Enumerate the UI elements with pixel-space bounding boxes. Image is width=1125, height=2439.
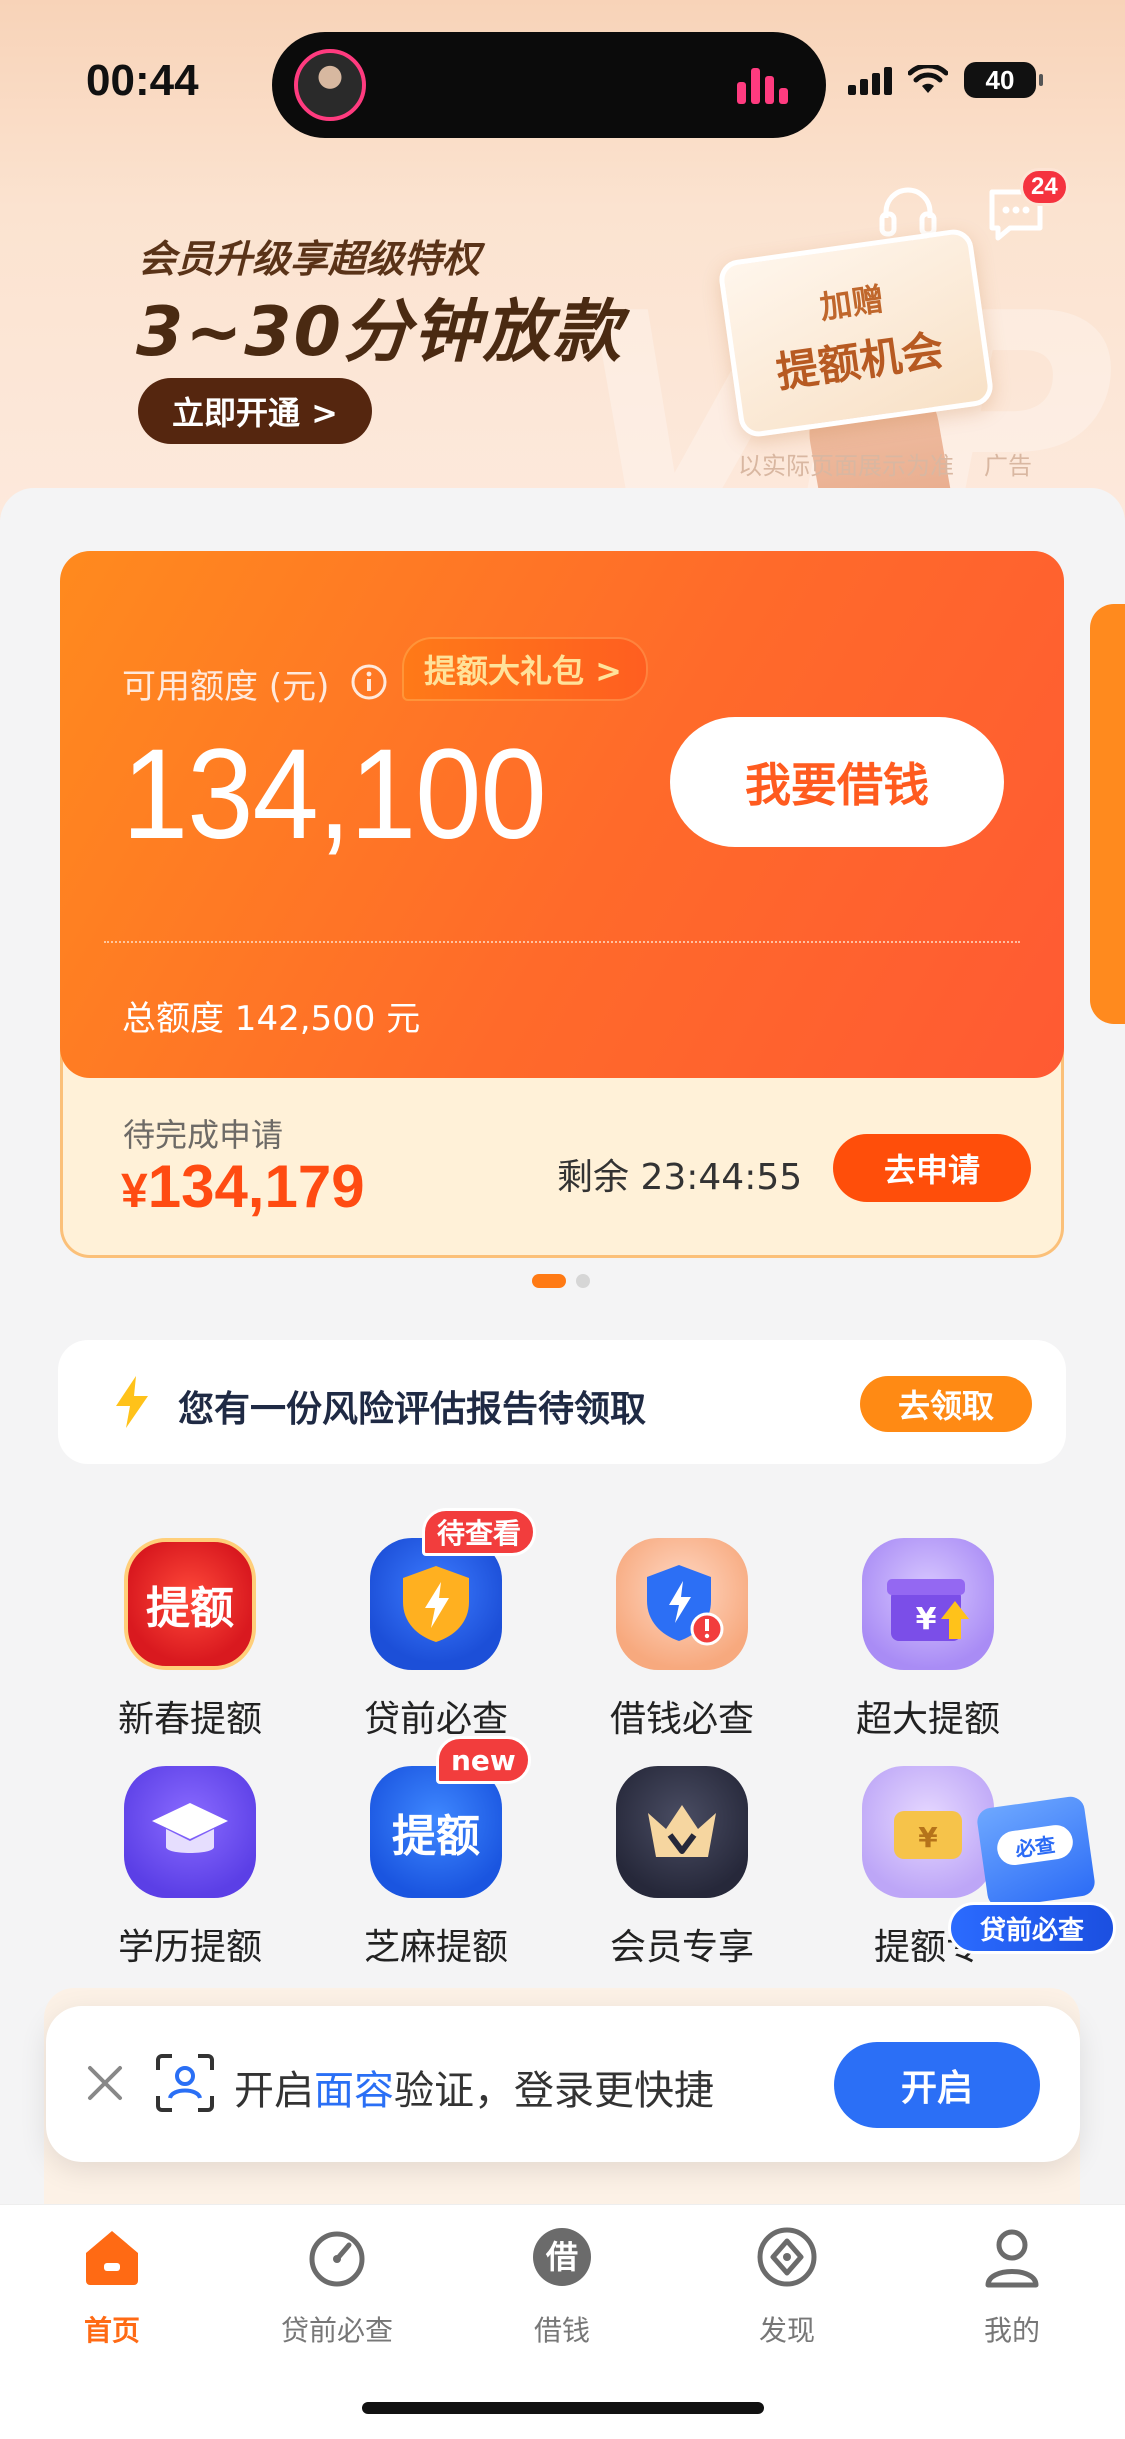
face-text-suffix: 验证，登录更快捷 <box>394 2068 714 2114</box>
divider <box>104 941 1020 943</box>
gauge-icon <box>309 2231 365 2287</box>
face-id-text: 开启面容验证，登录更快捷 <box>234 2058 714 2116</box>
status-indicators: 40 <box>848 62 1043 98</box>
feature-label: 会员专享 <box>609 1927 754 1968</box>
info-icon[interactable] <box>350 663 388 701</box>
dynamic-island <box>272 32 826 138</box>
promo-activate-button[interactable]: 立即开通 > <box>138 378 372 444</box>
feature-spring-quota[interactable]: 提额 新春提额 <box>90 1538 290 1758</box>
available-credit-amount: 134,100 <box>122 723 547 866</box>
graduation-cap-icon <box>124 1766 256 1898</box>
ad-tag: 广告 <box>984 452 1032 480</box>
battery-icon: 40 <box>964 62 1043 98</box>
audio-wave-icon <box>737 68 788 104</box>
tab-label: 我的 <box>983 2314 1040 2347</box>
promo-bonus-card: 加赠 提额机会 <box>716 227 996 439</box>
feature-label: 学历提额 <box>117 1927 262 1968</box>
wifi-icon <box>908 65 948 93</box>
carousel-pager <box>532 1274 590 1288</box>
claim-report-button[interactable]: 去领取 <box>860 1376 1032 1432</box>
disclaimer-text: 以实际页面展示为准 <box>738 452 954 480</box>
svg-text:¥: ¥ <box>918 1821 938 1854</box>
tab-discover[interactable]: 发现 <box>697 2225 877 2355</box>
borrow-button[interactable]: 我要借钱 <box>670 717 1004 847</box>
tab-profile[interactable]: 我的 <box>922 2225 1102 2355</box>
tab-label: 发现 <box>758 2314 815 2347</box>
home-indicator[interactable] <box>362 2402 764 2414</box>
total-credit-label: 总额度 142,500 元 <box>122 999 421 1039</box>
promo-card-line1: 加赠 <box>817 279 887 327</box>
feature-big-quota[interactable]: ¥ 超大提额 <box>828 1538 1028 1758</box>
risk-report-text: 您有一份风险评估报告待领取 <box>178 1389 647 1430</box>
pending-amount-value: 134,179 <box>147 1153 365 1220</box>
float-doc-text: 必查 <box>995 1822 1076 1868</box>
compass-icon <box>757 2227 817 2287</box>
enable-face-id-button[interactable]: 开启 <box>834 2042 1040 2128</box>
borrow-icon: 借 <box>533 2228 591 2286</box>
face-text-prefix: 开启 <box>234 2068 314 2114</box>
pager-dot-active <box>532 1274 566 1288</box>
feature-label: 芝麻提额 <box>363 1927 508 1968</box>
pending-amount: ¥134,179 <box>121 1152 365 1221</box>
lightning-icon <box>116 1376 148 1428</box>
floating-preloan-check-button[interactable]: 必查 贷前必查 <box>948 1794 1116 1954</box>
promo-card-line2: 提额机会 <box>773 324 947 397</box>
pending-label: 待完成申请 <box>123 1116 284 1154</box>
promo-headline: 3~30分钟放款 <box>136 293 623 372</box>
feature-label: 借钱必查 <box>609 1699 754 1740</box>
countdown-timer: 剩余 23:44:55 <box>557 1157 803 1198</box>
now-playing-avatar <box>294 49 366 121</box>
quota-gift-pack-button[interactable]: 提额大礼包 > <box>402 637 648 701</box>
new-badge: new <box>436 1736 531 1784</box>
promo-subtitle: 会员升级享超级特权 <box>138 237 481 281</box>
cellular-signal-icon <box>848 65 892 95</box>
tab-label: 首页 <box>83 2314 140 2347</box>
pending-view-badge: 待查看 <box>422 1508 537 1556</box>
shield-alert-icon <box>616 1538 748 1670</box>
tab-label: 借钱 <box>533 2314 590 2347</box>
status-time: 00:44 <box>86 56 199 105</box>
quota-icon-text: 提额 <box>392 1811 480 1862</box>
borrow-icon-text: 借 <box>545 2238 578 2276</box>
risk-report-bar[interactable]: 您有一份风险评估报告待领取 去领取 <box>58 1340 1066 1464</box>
apply-button[interactable]: 去申请 <box>833 1134 1031 1202</box>
profile-icon <box>985 2229 1039 2288</box>
document-icon: 必查 <box>975 1794 1097 1910</box>
shield-bolt-icon <box>370 1538 502 1670</box>
close-icon[interactable] <box>82 2060 128 2106</box>
crown-icon <box>616 1766 748 1898</box>
svg-text:¥: ¥ <box>916 1602 937 1637</box>
quota-blue-icon: 提额 <box>370 1766 502 1898</box>
face-text-highlight: 面容 <box>314 2068 394 2114</box>
promo-banner[interactable]: VIP 00:44 40 24 会员升级享超级特权 3~30分钟放款 立即开通 … <box>0 0 1125 520</box>
feature-label: 新春提额 <box>117 1699 262 1740</box>
credit-card[interactable]: 可用额度 (元) 提额大礼包 > 134,100 我要借钱 总额度 142,50… <box>60 551 1064 1078</box>
message-count-badge: 24 <box>1020 168 1069 206</box>
tab-borrow[interactable]: 借 借钱 <box>472 2225 652 2355</box>
feature-preloan-check[interactable]: 待查看 贷前必查 <box>336 1508 537 1758</box>
feature-member-exclusive[interactable]: 会员专享 <box>582 1766 782 1986</box>
feature-label: 贷前必查 <box>363 1699 508 1740</box>
available-credit-label: 可用额度 (元) <box>122 667 330 707</box>
floating-badge-label: 贷前必查 <box>948 1902 1116 1954</box>
ad-disclaimer: 以实际页面展示为准 广告 <box>738 446 1032 481</box>
face-id-prompt: 开启面容验证，登录更快捷 开启 <box>46 2006 1080 2162</box>
feature-sesame-quota[interactable]: 提额 new 芝麻提额 <box>336 1736 536 1986</box>
tab-home[interactable]: 首页 <box>22 2225 202 2355</box>
feature-borrow-check[interactable]: 借钱必查 <box>582 1538 782 1758</box>
tab-preloan-check[interactable]: 贷前必查 <box>247 2225 427 2355</box>
quota-icon-text: 提额 <box>146 1583 234 1634</box>
currency-symbol: ¥ <box>121 1165 148 1218</box>
pager-dot <box>576 1274 590 1288</box>
face-scan-icon <box>156 2054 214 2112</box>
quota-red-icon: 提额 <box>124 1538 256 1670</box>
tab-label: 贷前必查 <box>280 2314 393 2347</box>
next-card-peek[interactable] <box>1090 604 1125 1024</box>
gift-box-icon: ¥ <box>862 1538 994 1670</box>
feature-label: 超大提额 <box>855 1699 1000 1740</box>
home-icon <box>86 2231 138 2285</box>
feature-education-quota[interactable]: 学历提额 <box>90 1766 290 1986</box>
